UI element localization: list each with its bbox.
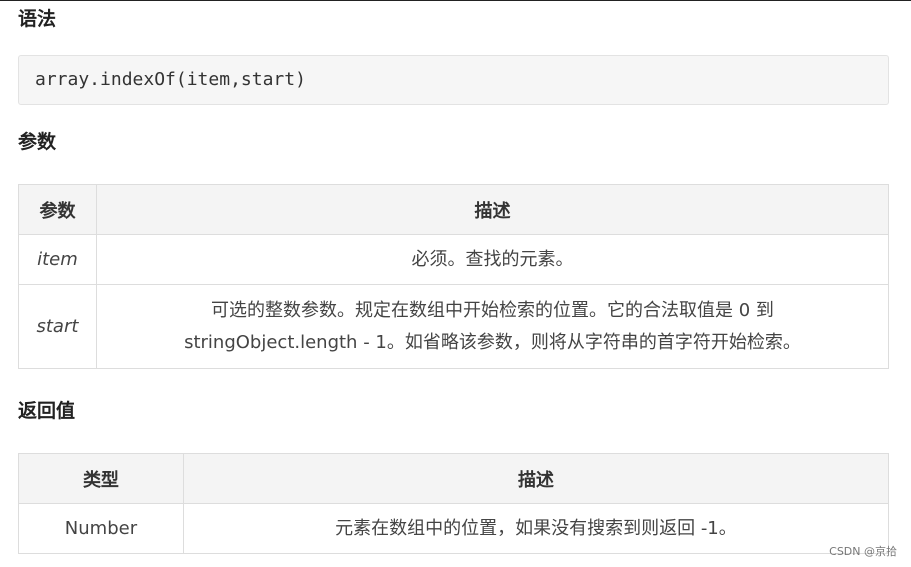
- return-table-header-row: 类型 描述: [18, 453, 890, 504]
- watermark: CSDN @京拾: [829, 545, 897, 558]
- table-row: item 必须。查找的元素。: [18, 234, 890, 285]
- table-row: Number 元素在数组中的位置，如果没有搜索到则返回 -1。: [18, 503, 890, 554]
- param-desc-line: 必须。查找的元素。: [411, 248, 574, 270]
- section-title-return: 返回值: [18, 400, 76, 422]
- table-row: start 可选的整数参数。规定在数组中开始检索的位置。它的合法取值是 0 到 …: [18, 284, 890, 369]
- syntax-code-block: array.indexOf(item,start): [18, 55, 889, 105]
- section-title-params: 参数: [18, 131, 57, 153]
- top-border: [0, 0, 911, 1]
- return-table: 类型 描述 Number 元素在数组中的位置，如果没有搜索到则返回 -1。: [18, 453, 890, 554]
- return-desc: 元素在数组中的位置，如果没有搜索到则返回 -1。: [182, 503, 890, 554]
- params-header-param: 参数: [18, 184, 97, 235]
- param-desc: 可选的整数参数。规定在数组中开始检索的位置。它的合法取值是 0 到 string…: [95, 284, 890, 369]
- param-name: item: [18, 234, 97, 285]
- param-desc-line: stringObject.length - 1。如省略该参数，则将从字符串的首字…: [184, 331, 801, 353]
- section-title-syntax: 语法: [18, 8, 57, 30]
- params-table-header-row: 参数 描述: [18, 184, 890, 235]
- return-type: Number: [18, 503, 184, 554]
- param-name: start: [18, 284, 97, 369]
- params-header-desc: 描述: [95, 184, 890, 235]
- param-desc: 必须。查找的元素。: [95, 234, 890, 285]
- return-header-desc: 描述: [182, 453, 890, 504]
- param-desc-line: 可选的整数参数。规定在数组中开始检索的位置。它的合法取值是 0 到: [211, 299, 774, 321]
- return-header-type: 类型: [18, 453, 184, 504]
- params-table: 参数 描述 item 必须。查找的元素。 start 可选的整数参数。规定在数组…: [18, 184, 890, 369]
